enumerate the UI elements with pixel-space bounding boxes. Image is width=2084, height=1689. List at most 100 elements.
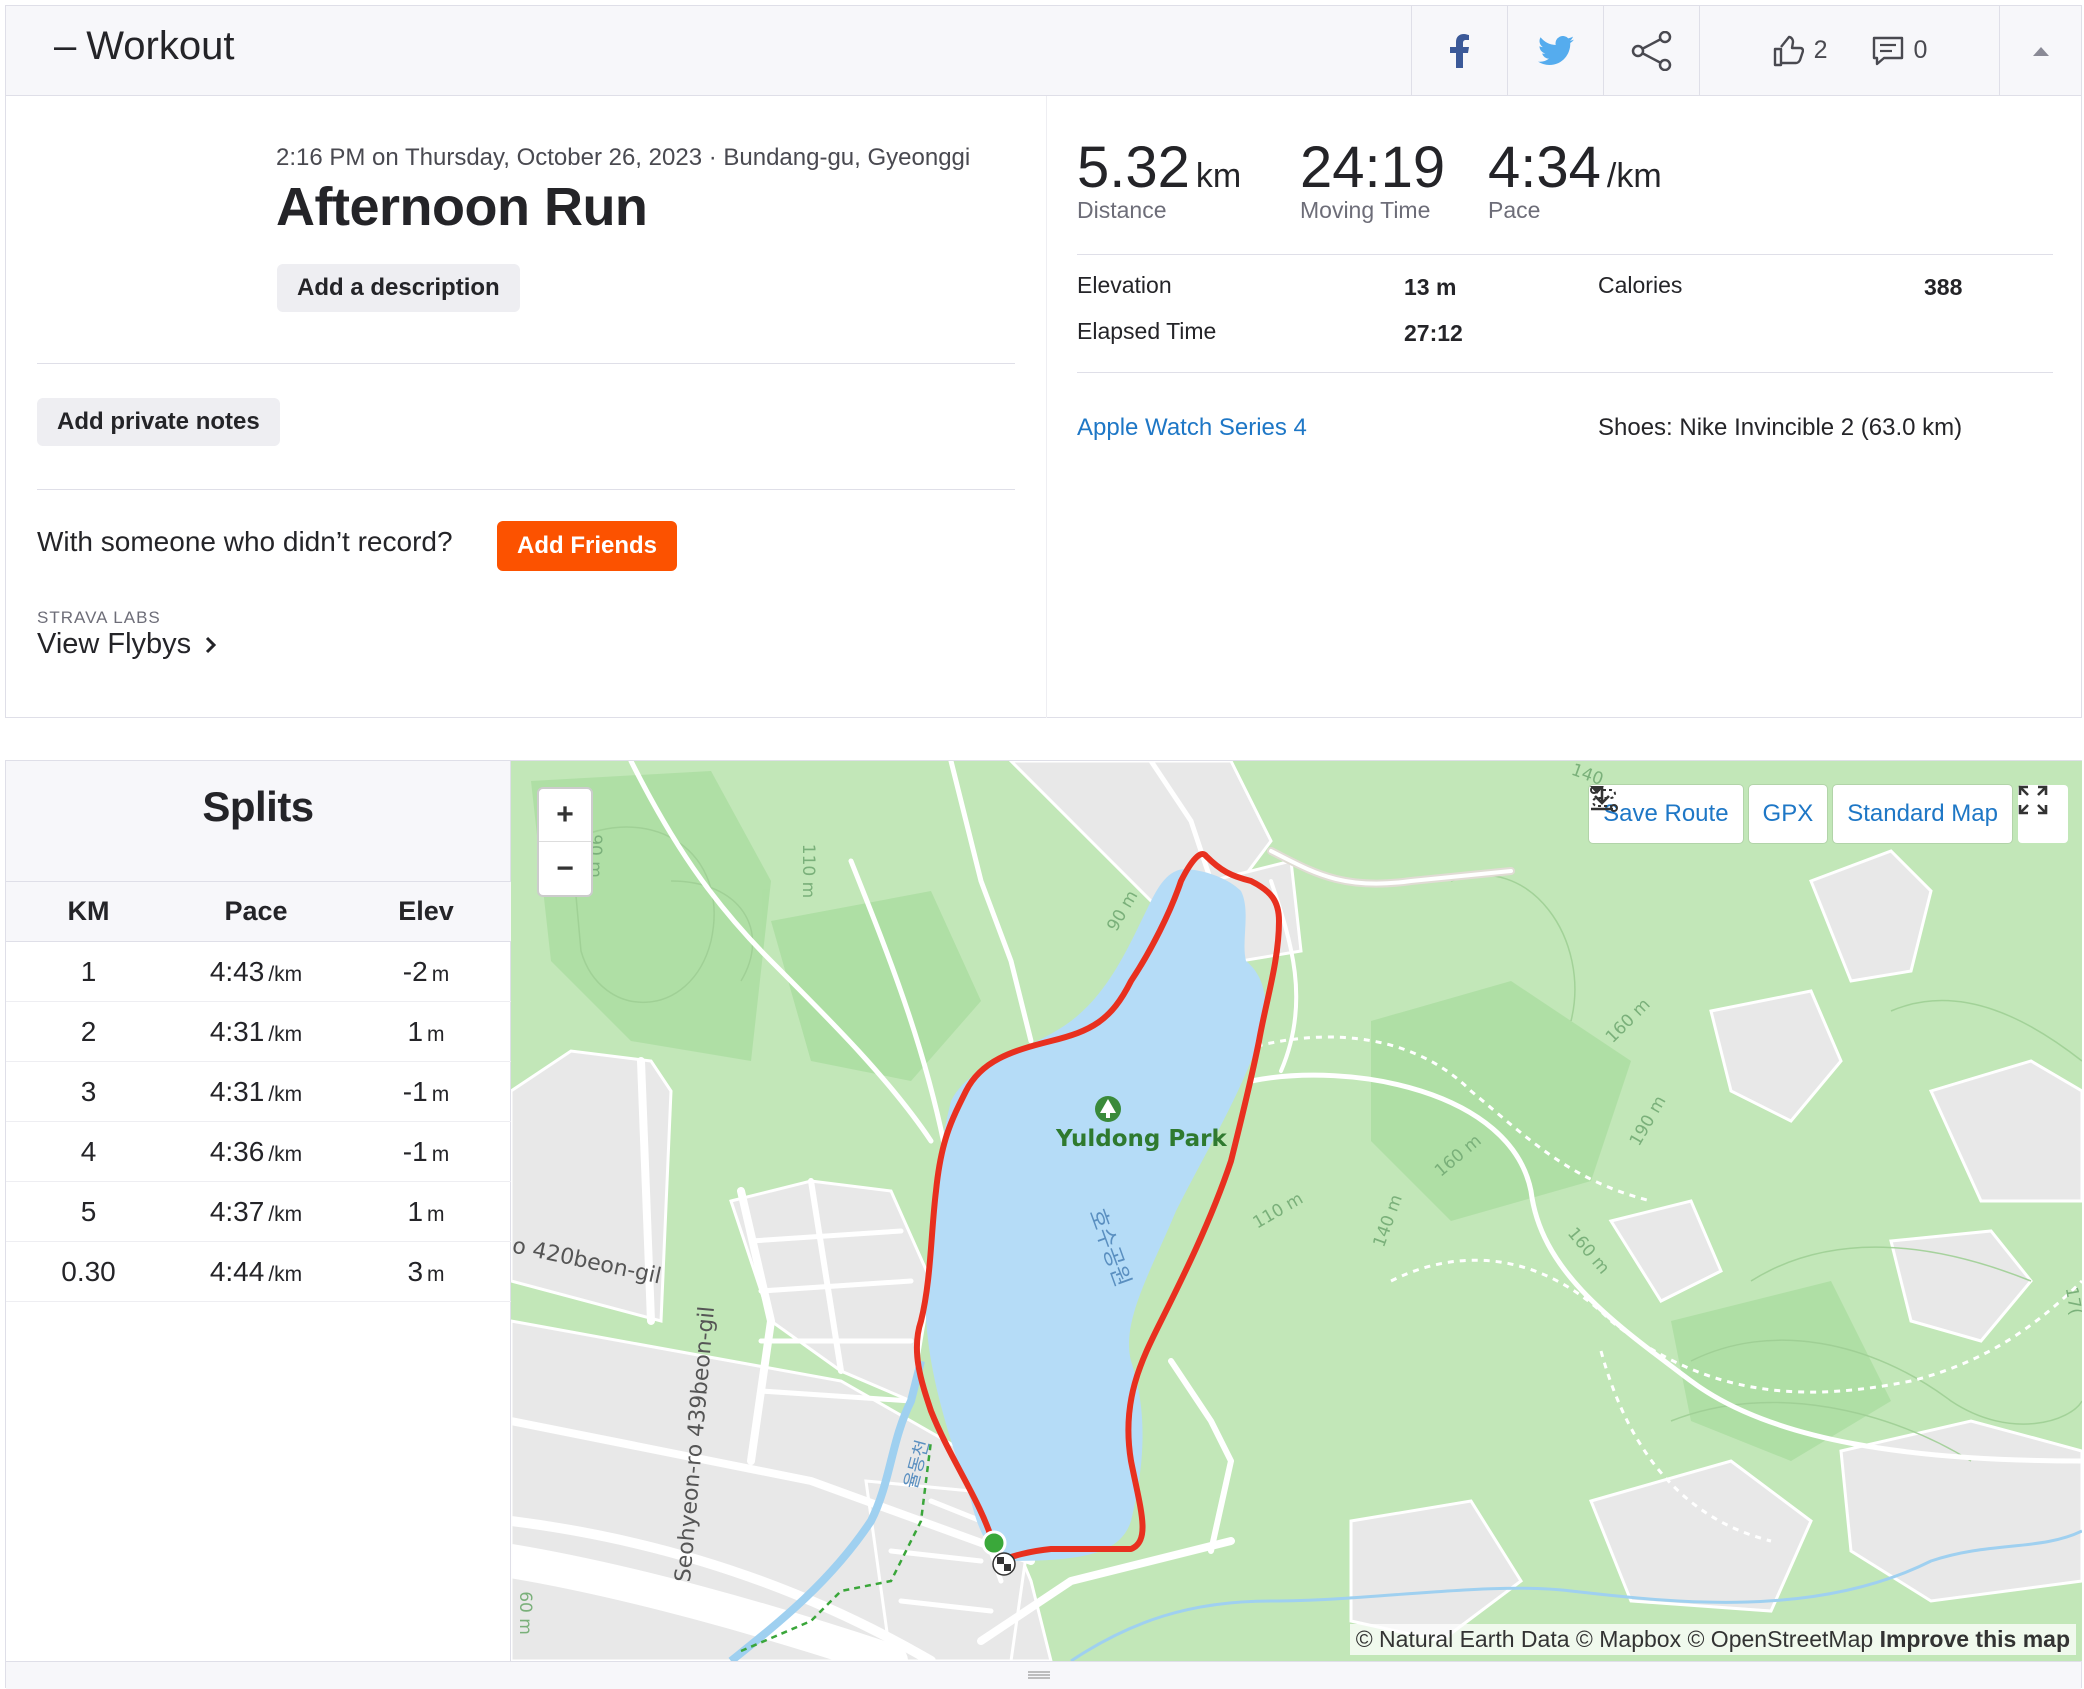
resize-handle[interactable] (6, 1661, 2081, 1689)
splits-table: KM Pace Elev 1 4:43/km -2 m 2 4:31/km 1 m 3 4:31/… (6, 881, 511, 1302)
caret-up-icon (2032, 46, 2049, 56)
splits-rows: 1 4:43/km -2 m 2 4:31/km 1 m 3 4:31/km -1 m 4 4:36/km… (6, 941, 511, 1302)
elapsed-time-label: Elapsed Time (1077, 318, 1217, 344)
route-map[interactable]: Yuldong Park 호수공원 율동천 Seohyeon-ro 439beo… (511, 761, 2082, 1661)
comments-button[interactable]: 0 (1872, 36, 1928, 66)
workout-title-text: Workout (86, 24, 235, 68)
split-elev: 1m (341, 1181, 511, 1242)
view-flybys-label: View Flybys (37, 628, 192, 660)
twitter-icon (1537, 35, 1574, 65)
splits-header: Splits (6, 761, 510, 881)
contour-label: 17( (2060, 1285, 2082, 1317)
map-attribution: © Natural Earth Data © Mapbox © OpenStre… (1349, 1624, 2076, 1655)
split-km: 2 (6, 1001, 171, 1062)
splits-title: Splits (202, 783, 314, 830)
with-someone-text: With someone who didn’t record? (37, 526, 453, 557)
drag-handle-icon (1028, 1671, 1050, 1679)
table-row[interactable]: 2 4:31/km 1 m (6, 1001, 511, 1062)
finish-marker (992, 1552, 1016, 1576)
divider (1077, 372, 2053, 373)
divider (1077, 254, 2053, 255)
kudos-button[interactable]: 2 (1772, 35, 1828, 67)
share-button[interactable] (1603, 6, 1699, 95)
distance-unit: km (1195, 157, 1242, 195)
splits-map-card: Splits KM Pace Elev 1 4:43/km -2 m 2 4:31/km 1… (5, 760, 2082, 1689)
gpx-label: GPX (1762, 800, 1814, 827)
zoom-in-button[interactable]: + (539, 789, 591, 842)
split-elev-value: -1 (402, 1135, 428, 1167)
split-pace-unit: /km (268, 1262, 303, 1286)
split-elev: 3m (341, 1241, 511, 1302)
split-pace: 4:36/km (171, 1121, 341, 1182)
split-pace-unit: /km (268, 1082, 303, 1106)
calories-label: Calories (1598, 272, 1683, 298)
facebook-share-button[interactable] (1411, 6, 1507, 95)
split-pace: 4:31/km (171, 1061, 341, 1122)
map-controls: Save Route GPX Standard Map (1589, 785, 2012, 843)
add-description-button[interactable]: Add a description (277, 264, 520, 312)
elevation-label: Elevation (1077, 272, 1172, 298)
splits-panel: Splits KM Pace Elev 1 4:43/km -2 m 2 4:31/km 1… (6, 761, 511, 1661)
column-header-km: KM (6, 881, 171, 942)
split-elev-unit: m (427, 1262, 445, 1286)
kudos-comments-group: 2 0 (1699, 6, 1999, 95)
improve-map-link[interactable]: Improve this map (1880, 1626, 2070, 1652)
workout-title[interactable]: – Workout (54, 24, 234, 69)
map-style-dropdown[interactable]: Standard Map (1590, 785, 2012, 843)
comments-count: 0 (1913, 36, 1928, 64)
caret-down-icon (1590, 786, 1605, 794)
table-row[interactable]: 3 4:31/km -1 m (6, 1061, 511, 1122)
split-elev-value: 1 (407, 1015, 424, 1047)
fullscreen-icon (2018, 785, 2048, 815)
park-label: Yuldong Park (1056, 1126, 1227, 1152)
fullscreen-button[interactable] (2018, 785, 2068, 843)
moving-time-label: Moving Time (1300, 197, 1431, 223)
activity-meta: 2:16 PM on Thursday, October 26, 2023 · … (276, 144, 971, 171)
split-pace-value: 4:43 (209, 955, 265, 987)
park-icon (1095, 1096, 1121, 1122)
divider (37, 489, 1015, 490)
attribution-text: © Natural Earth Data © Mapbox © OpenStre… (1355, 1626, 1874, 1652)
twitter-share-button[interactable] (1507, 6, 1603, 95)
map-style-label: Standard Map (1847, 800, 1998, 827)
thumbs-up-icon (1773, 35, 1804, 66)
calories-value: 388 (1924, 274, 1963, 300)
add-friends-button[interactable]: Add Friends (497, 521, 678, 571)
distance-value: 5.32 (1077, 135, 1190, 200)
zoom-out-button[interactable]: − (539, 842, 591, 895)
chevron-right-icon (206, 636, 217, 653)
split-elev-unit: m (427, 1022, 445, 1046)
table-row[interactable]: 0.30 4:44/km 3 m (6, 1241, 511, 1302)
activity-stats: 5.32 km Distance 24:19 Moving Time 4:34/k… (1046, 96, 2082, 718)
split-pace: 4:43/km (171, 941, 341, 1002)
column-header-pace: Pace (171, 881, 341, 942)
split-elev-unit: m (431, 1082, 450, 1106)
moving-time-value: 24:19 (1300, 135, 1446, 200)
facebook-icon (1449, 33, 1469, 68)
stat-pace: 4:34/km Pace (1488, 134, 1662, 224)
device-link[interactable]: Apple Watch Series 4 (1077, 414, 1307, 442)
split-elev-value: -2 (402, 955, 428, 987)
table-row[interactable]: 5 4:37/km 1 m (6, 1181, 511, 1242)
activity-title[interactable]: Afternoon Run (276, 176, 648, 238)
pace-value: 4:34 (1488, 135, 1601, 200)
table-row[interactable]: 1 4:43/km -2 m (6, 941, 511, 1002)
pace-unit: /km (1606, 157, 1662, 195)
collapse-button[interactable] (1999, 6, 2081, 95)
gpx-download-button[interactable]: GPX (1591, 785, 1828, 843)
split-km: 3 (6, 1061, 171, 1122)
split-pace: 4:31/km (171, 1001, 341, 1062)
split-elev-unit: m (427, 1202, 445, 1226)
split-elev: 1m (341, 1001, 511, 1062)
split-elev: -2 m (341, 941, 511, 1002)
elevation-value: 13 m (1404, 274, 1457, 300)
split-km: 4 (6, 1121, 171, 1182)
add-private-notes-button[interactable]: Add private notes (37, 398, 280, 446)
split-pace-unit: /km (268, 1142, 303, 1166)
stat-moving-time: 24:19 Moving Time (1300, 134, 1445, 224)
view-flybys-link[interactable]: View Flybys (37, 628, 217, 661)
table-row[interactable]: 4 4:36/km -1 m (6, 1121, 511, 1182)
contour-label: 110 m (798, 843, 819, 899)
activity-details: 2:16 PM on Thursday, October 26, 2023 · … (6, 96, 1046, 718)
strava-labs-label: STRAVA LABS (37, 608, 161, 627)
